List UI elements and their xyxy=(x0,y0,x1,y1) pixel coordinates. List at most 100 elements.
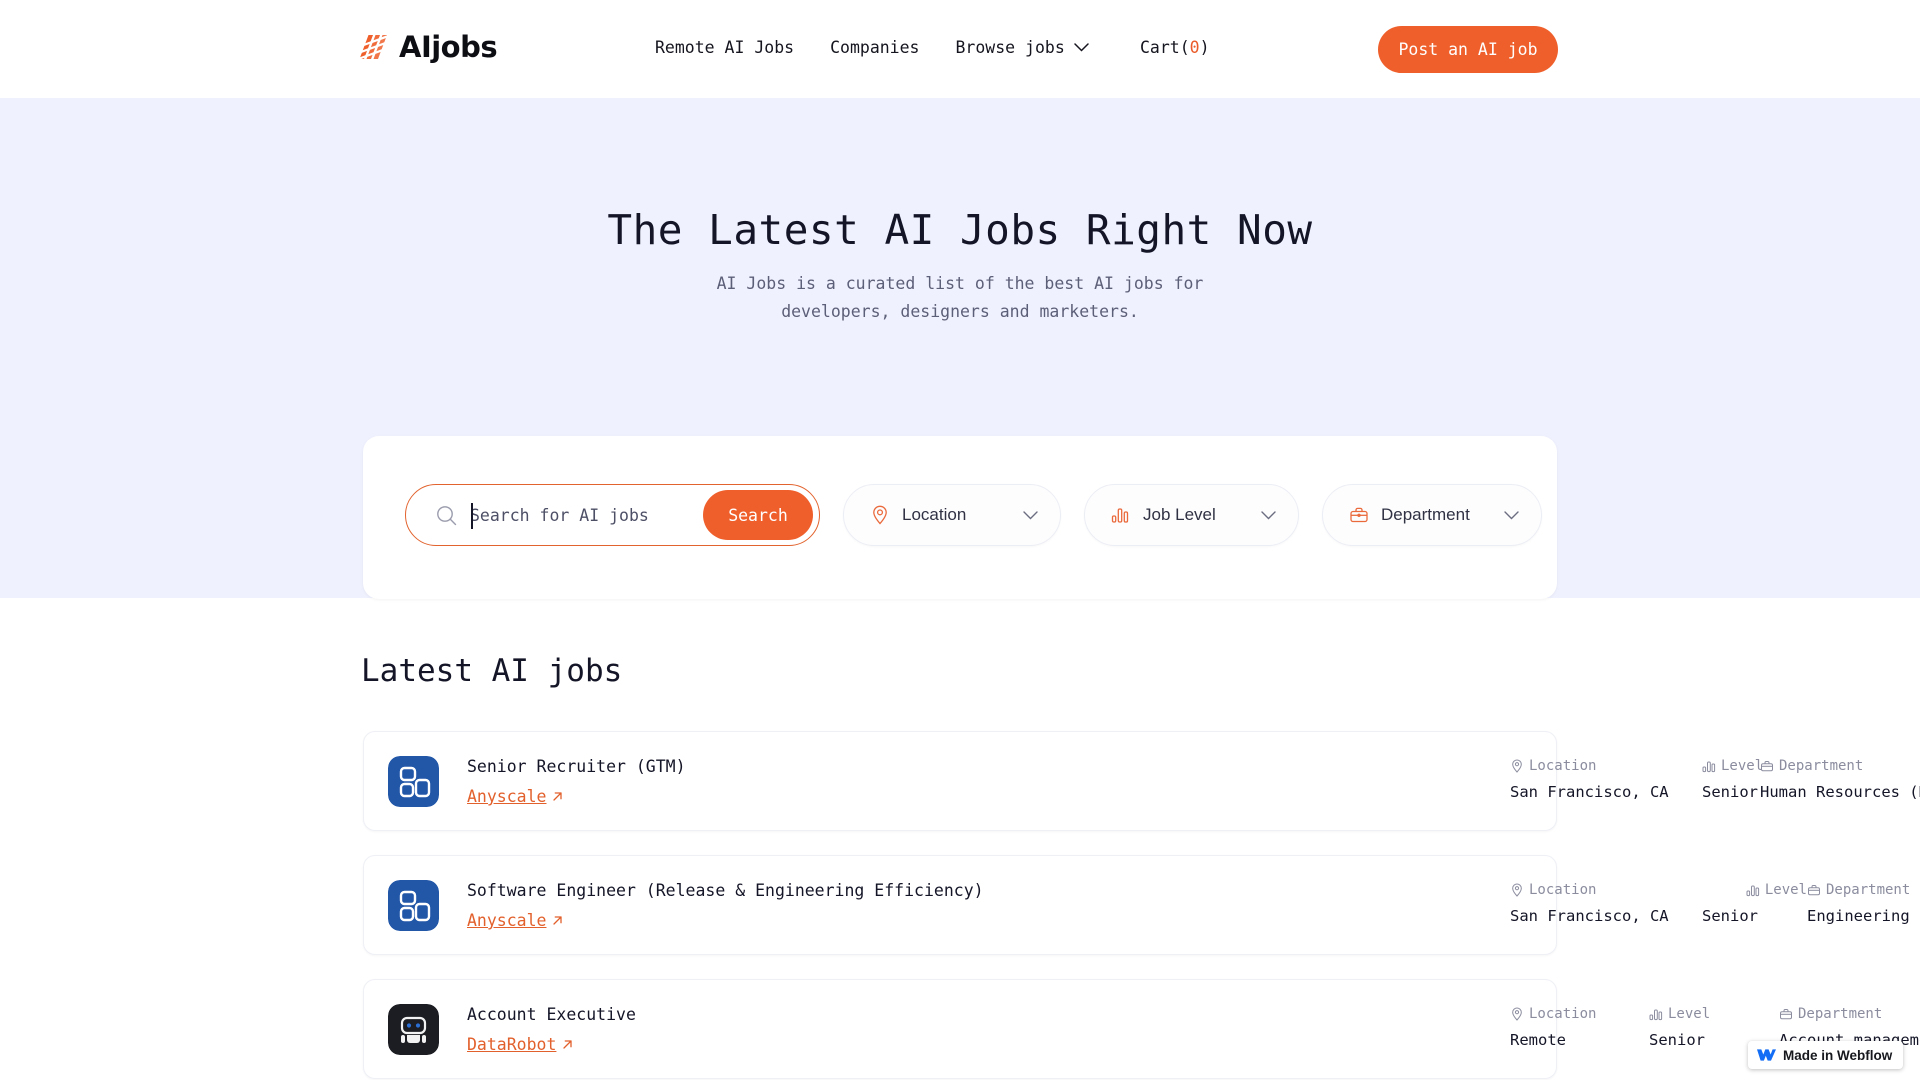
job-company-link[interactable]: Anyscale xyxy=(467,911,546,930)
job-title: Account Executive xyxy=(467,1005,636,1024)
job-meta-location: Location San Francisco, CA xyxy=(1510,758,1702,801)
meta-label-department-text: Department xyxy=(1798,1006,1883,1022)
job-text: Senior Recruiter (GTM) Anyscale xyxy=(467,756,686,806)
map-pin-icon xyxy=(1512,883,1522,897)
meta-value-level: Senior xyxy=(1702,907,1758,925)
meta-value-department: Engineering xyxy=(1807,907,1910,925)
meta-value-location: San Francisco, CA xyxy=(1510,783,1669,801)
map-pin-icon xyxy=(873,505,887,525)
page-root: AIjobs Remote AI Jobs Companies Browse j… xyxy=(0,0,1920,1080)
table-row[interactable]: Software Engineer (Release & Engineering… xyxy=(363,855,1910,955)
nav-remote-ai-jobs[interactable]: Remote AI Jobs xyxy=(655,38,812,57)
meta-label-location: Location xyxy=(1510,1006,1649,1022)
latest-jobs-heading: Latest AI jobs xyxy=(361,653,623,689)
bar-chart-icon xyxy=(1702,761,1716,773)
job-title: Senior Recruiter (GTM) xyxy=(467,757,686,776)
search-controls-row: Search Location Job Level xyxy=(405,484,1542,546)
meta-label-department: Department xyxy=(1779,1006,1920,1022)
search-field-wrapper[interactable]: Search xyxy=(405,484,820,546)
filter-department-label: Department xyxy=(1381,505,1470,524)
page-title: The Latest AI Jobs Right Now xyxy=(607,206,1313,254)
filter-department[interactable]: Department xyxy=(1322,484,1542,546)
meta-label-level: Level xyxy=(1702,758,1764,774)
job-text: Software Engineer (Release & Engineering… xyxy=(467,880,984,930)
arrow-up-right-icon xyxy=(553,792,563,801)
meta-label-level-text: Level xyxy=(1764,882,1807,898)
cart-paren-close: ) xyxy=(1199,38,1210,57)
nav-companies[interactable]: Companies xyxy=(812,38,937,57)
search-input[interactable] xyxy=(470,505,703,525)
table-row[interactable]: Senior Recruiter (GTM) Anyscale Location xyxy=(363,731,1920,831)
briefcase-icon xyxy=(1761,761,1773,772)
chevron-down-icon xyxy=(1504,510,1519,519)
meta-label-location: Location xyxy=(1510,882,1702,898)
anyscale-logo-icon xyxy=(388,756,439,807)
job-identity: Account Executive DataRobot xyxy=(388,1004,636,1055)
meta-label-location: Location xyxy=(1510,758,1702,774)
filter-location-label: Location xyxy=(902,505,967,524)
meta-value-level: Senior xyxy=(1702,783,1758,801)
filter-job-level-label: Job Level xyxy=(1143,505,1216,524)
meta-label-location-text: Location xyxy=(1529,1006,1597,1022)
search-panel: Search Location Job Level xyxy=(363,436,1557,599)
filter-location[interactable]: Location xyxy=(843,484,1061,546)
post-an-ai-job-button[interactable]: Post an AI job xyxy=(1378,26,1558,73)
bar-chart-icon xyxy=(1111,508,1129,523)
job-meta-department: Department Engineering xyxy=(1807,882,1910,925)
cart-link[interactable]: Cart(0) xyxy=(1140,38,1210,57)
site-header: AIjobs Remote AI Jobs Companies Browse j… xyxy=(0,0,1920,98)
job-company-row[interactable]: Anyscale xyxy=(467,787,686,806)
meta-label-level: Level xyxy=(1702,882,1807,898)
job-company-link[interactable]: DataRobot xyxy=(467,1035,556,1054)
map-pin-icon xyxy=(1512,759,1522,773)
job-meta-department: Department Human Resources (HR) xyxy=(1760,758,1920,801)
meta-label-level-text: Level xyxy=(1668,1006,1711,1022)
nav-browse-jobs-label: Browse jobs xyxy=(955,38,1065,57)
briefcase-icon xyxy=(1808,885,1820,896)
made-in-webflow-label: Made in Webflow xyxy=(1783,1047,1893,1063)
datarobot-logo-icon xyxy=(388,1004,439,1055)
bar-chart-icon xyxy=(1649,1009,1663,1021)
nav-browse-jobs[interactable]: Browse jobs xyxy=(937,38,1106,57)
text-caret xyxy=(471,503,473,529)
hero-subtitle: AI Jobs is a curated list of the best AI… xyxy=(716,274,1204,321)
meta-label-department-text: Department xyxy=(1826,882,1911,898)
meta-value-location: San Francisco, CA xyxy=(1510,907,1669,925)
search-button[interactable]: Search xyxy=(703,490,813,540)
meta-label-department: Department xyxy=(1807,882,1910,898)
meta-label-location-text: Location xyxy=(1529,758,1597,774)
job-meta-level: Level Senior xyxy=(1702,882,1807,925)
cart-count: 0 xyxy=(1189,38,1200,57)
briefcase-icon xyxy=(1780,1009,1792,1020)
job-meta-level: Level Senior xyxy=(1702,758,1764,801)
meta-value-department: Human Resources (HR) xyxy=(1760,783,1920,801)
arrow-up-right-icon xyxy=(553,916,563,925)
meta-label-level-text: Level xyxy=(1721,758,1764,774)
job-meta: Location San Francisco, CA Level Senior xyxy=(1510,758,1920,801)
meta-label-department: Department xyxy=(1760,758,1920,774)
aijobs-stripes-logo-icon xyxy=(358,35,388,60)
search-icon xyxy=(437,505,457,525)
brand-name: AIjobs xyxy=(399,30,498,64)
job-text: Account Executive DataRobot xyxy=(467,1004,636,1054)
primary-nav: Remote AI Jobs Companies Browse jobs xyxy=(655,38,1107,57)
meta-label-department-text: Department xyxy=(1779,758,1864,774)
filter-job-level[interactable]: Job Level xyxy=(1084,484,1299,546)
job-company-row[interactable]: DataRobot xyxy=(467,1035,636,1054)
job-company-row[interactable]: Anyscale xyxy=(467,911,984,930)
job-identity: Senior Recruiter (GTM) Anyscale xyxy=(388,756,686,807)
brand-logo[interactable]: AIjobs xyxy=(358,30,498,64)
job-meta-location: Location Remote xyxy=(1510,1006,1649,1049)
arrow-up-right-icon xyxy=(563,1040,573,1049)
chevron-down-icon xyxy=(1023,510,1038,519)
job-company-link[interactable]: Anyscale xyxy=(467,787,546,806)
meta-label-location-text: Location xyxy=(1529,882,1597,898)
cart-label: Cart( xyxy=(1140,38,1190,57)
table-row[interactable]: Account Executive DataRobot Location Rem… xyxy=(363,979,1920,1079)
anyscale-logo-icon xyxy=(388,880,439,931)
briefcase-icon xyxy=(1350,507,1368,523)
job-title: Software Engineer (Release & Engineering… xyxy=(467,881,984,900)
made-in-webflow-badge[interactable]: Made in Webflow xyxy=(1748,1041,1904,1069)
webflow-logo-icon xyxy=(1757,1049,1776,1061)
chevron-down-icon xyxy=(1074,43,1089,52)
